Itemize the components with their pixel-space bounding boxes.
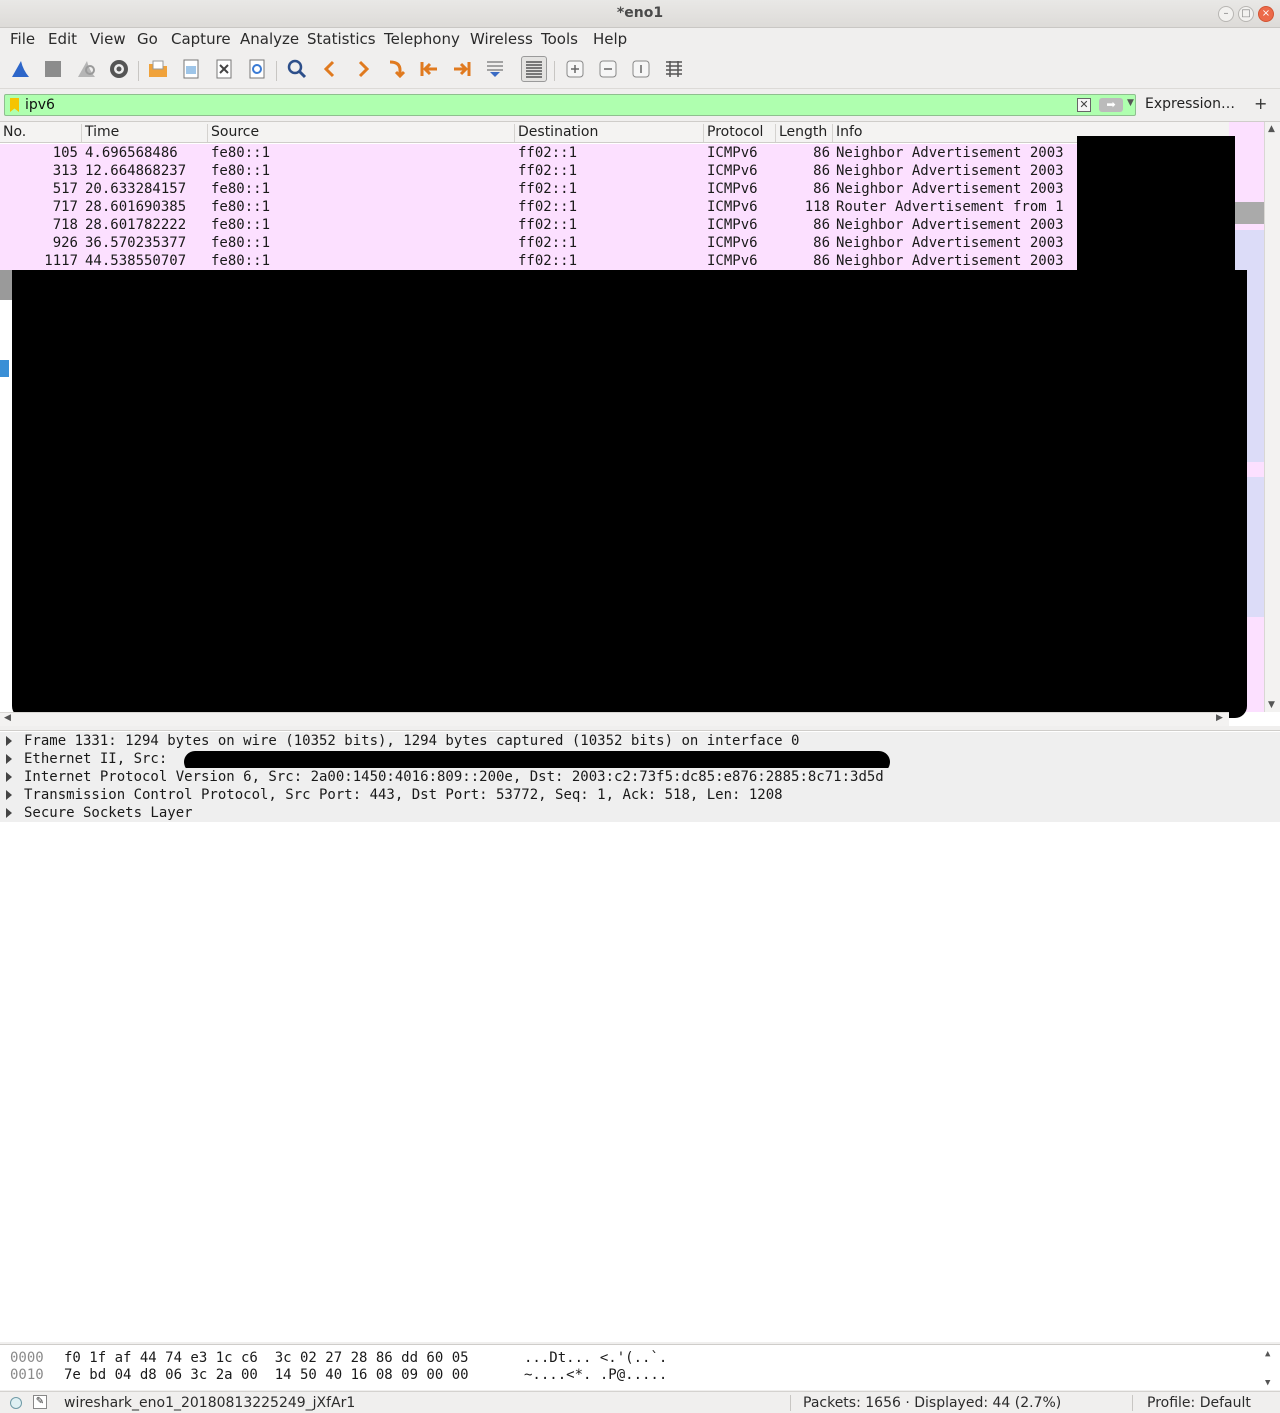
clear-filter-icon[interactable]: ✕	[1077, 98, 1091, 112]
status-bar: ✎ wireshark_eno1_20180813225249_jXfAr1 P…	[0, 1391, 1280, 1413]
column-protocol[interactable]: Protocol	[704, 124, 776, 142]
restart-icon[interactable]	[73, 56, 99, 82]
detail-row-ipv6[interactable]: Internet Protocol Version 6, Src: 2a00:1…	[0, 768, 1280, 786]
go-forward-icon[interactable]	[350, 56, 376, 82]
display-filter-bar: ✕ ➡ ▼ Expression… +	[0, 92, 1280, 118]
capture-file-name: wireshark_eno1_20180813225249_jXfAr1	[64, 1395, 356, 1411]
packet-list-horizontal-scrollbar[interactable]: ◀ ▶	[0, 712, 1229, 726]
open-folder-icon[interactable]	[145, 56, 171, 82]
selected-row-marker	[0, 360, 9, 377]
reload-icon[interactable]	[244, 56, 270, 82]
menu-go[interactable]: Go	[137, 30, 158, 48]
packet-list-vertical-scrollbar[interactable]: ▲ ▼	[1264, 122, 1280, 712]
column-time[interactable]: Time	[82, 124, 208, 142]
packet-row[interactable]: 718 28.601782222 fe80::1 ff02::1 ICMPv6 …	[0, 216, 1077, 234]
hex-bytes[interactable]: 7e bd 04 d8 06 3c 2a 00 14 50 40 16 08 0…	[64, 1367, 469, 1383]
capture-options-icon[interactable]	[106, 56, 132, 82]
packet-row[interactable]: 1117 44.538550707 fe80::1 ff02::1 ICMPv6…	[0, 252, 1077, 270]
row-marker	[0, 270, 12, 300]
go-to-packet-icon[interactable]	[383, 56, 409, 82]
menu-help[interactable]: Help	[593, 30, 627, 48]
expand-arrow-icon[interactable]	[6, 790, 12, 800]
redaction-block	[1077, 136, 1235, 270]
packet-details: Frame 1331: 1294 bytes on wire (10352 bi…	[0, 730, 1280, 1342]
menu-bar: File Edit View Go Capture Analyze Statis…	[0, 28, 1280, 50]
expert-info-icon[interactable]	[10, 1397, 22, 1409]
colorize-icon[interactable]	[521, 56, 547, 82]
shark-fin-start-icon[interactable]	[7, 56, 33, 82]
zoom-out-icon[interactable]	[595, 56, 621, 82]
close-window-button[interactable]: ×	[1258, 6, 1274, 22]
detail-row-ethernet[interactable]: Ethernet II, Src:	[0, 750, 1280, 773]
expression-button[interactable]: Expression…	[1145, 96, 1235, 112]
packet-row[interactable]: 313 12.664868237 fe80::1 ff02::1 ICMPv6 …	[0, 162, 1077, 180]
expand-arrow-icon[interactable]	[6, 808, 12, 818]
packet-list: No. Time Source Destination Protocol Len…	[0, 121, 1280, 726]
filter-history-chevron-down-icon[interactable]: ▼	[1127, 98, 1134, 108]
scroll-up-icon[interactable]: ▲	[1268, 124, 1275, 134]
display-filter-input[interactable]	[25, 96, 1065, 114]
detail-row-frame[interactable]: Frame 1331: 1294 bytes on wire (10352 bi…	[0, 732, 1280, 750]
packet-row[interactable]: 926 36.570235377 fe80::1 ff02::1 ICMPv6 …	[0, 234, 1077, 252]
menu-statistics[interactable]: Statistics	[307, 30, 376, 48]
expand-arrow-icon[interactable]	[6, 772, 12, 782]
scroll-right-icon[interactable]: ▶	[1216, 713, 1223, 723]
hex-offset: 0010	[10, 1367, 44, 1383]
column-destination[interactable]: Destination	[515, 124, 704, 142]
menu-wireless[interactable]: Wireless	[470, 30, 533, 48]
menu-view[interactable]: View	[90, 30, 126, 48]
last-packet-icon[interactable]	[449, 56, 475, 82]
hex-bytes[interactable]: f0 1f af 44 74 e3 1c c6 3c 02 27 28 86 d…	[64, 1350, 469, 1366]
add-filter-button[interactable]: +	[1254, 94, 1267, 113]
display-filter-box: ✕ ➡ ▼	[4, 94, 1136, 116]
minimize-button[interactable]: –	[1218, 6, 1234, 22]
packet-row[interactable]: 717 28.601690385 fe80::1 ff02::1 ICMPv6 …	[0, 198, 1077, 216]
packet-row[interactable]: 105 4.696568486 fe80::1 ff02::1 ICMPv6 8…	[0, 144, 1077, 162]
menu-edit[interactable]: Edit	[48, 30, 77, 48]
scroll-left-icon[interactable]: ◀	[4, 713, 11, 723]
column-source[interactable]: Source	[208, 124, 515, 142]
scroll-down-icon[interactable]: ▼	[1265, 1378, 1270, 1388]
resize-columns-icon[interactable]	[661, 56, 687, 82]
expand-arrow-icon[interactable]	[6, 754, 12, 764]
close-file-icon[interactable]	[211, 56, 237, 82]
title-bar: *eno1 – □ ×	[0, 0, 1280, 28]
apply-filter-icon[interactable]: ➡	[1099, 98, 1123, 112]
scroll-down-icon[interactable]: ▼	[1268, 700, 1275, 710]
hex-ascii[interactable]: ~....<*. .P@.....	[524, 1367, 667, 1383]
save-file-icon[interactable]	[178, 56, 204, 82]
menu-analyze[interactable]: Analyze	[240, 30, 299, 48]
edit-comment-icon[interactable]: ✎	[33, 1395, 47, 1409]
stop-icon[interactable]	[40, 56, 66, 82]
first-packet-icon[interactable]	[416, 56, 442, 82]
menu-telephony[interactable]: Telephony	[384, 30, 460, 48]
detail-row-tcp[interactable]: Transmission Control Protocol, Src Port:…	[0, 786, 1280, 804]
bookmark-icon[interactable]	[10, 98, 19, 112]
detail-row-ssl[interactable]: Secure Sockets Layer	[0, 804, 1280, 822]
zoom-in-icon[interactable]	[562, 56, 588, 82]
expand-arrow-icon[interactable]	[6, 736, 12, 746]
find-packet-icon[interactable]	[284, 56, 310, 82]
go-back-icon[interactable]	[317, 56, 343, 82]
window-title: *eno1	[616, 5, 664, 21]
menu-capture[interactable]: Capture	[171, 30, 231, 48]
column-length[interactable]: Length	[776, 124, 833, 142]
scroll-up-icon[interactable]: ▲	[1265, 1349, 1270, 1359]
maximize-button[interactable]: □	[1238, 6, 1254, 22]
hex-ascii[interactable]: ...Dt... <.'(..`.	[524, 1350, 667, 1366]
menu-tools[interactable]: Tools	[541, 30, 578, 48]
main-toolbar	[0, 51, 1280, 89]
profile-label[interactable]: Profile: Default	[1147, 1395, 1251, 1411]
packet-list-header: No. Time Source Destination Protocol Len…	[0, 122, 1230, 143]
normal-size-icon[interactable]	[628, 56, 654, 82]
hex-offset: 0000	[10, 1350, 44, 1366]
column-no[interactable]: No.	[0, 124, 82, 142]
packet-bytes: 0000 f0 1f af 44 74 e3 1c c6 3c 02 27 28…	[0, 1344, 1280, 1390]
autoscroll-icon[interactable]	[482, 56, 508, 82]
packet-count: Packets: 1656 · Displayed: 44 (2.7%)	[803, 1395, 1062, 1411]
redaction-block	[12, 270, 1247, 718]
menu-file[interactable]: File	[10, 30, 35, 48]
packet-row[interactable]: 517 20.633284157 fe80::1 ff02::1 ICMPv6 …	[0, 180, 1077, 198]
